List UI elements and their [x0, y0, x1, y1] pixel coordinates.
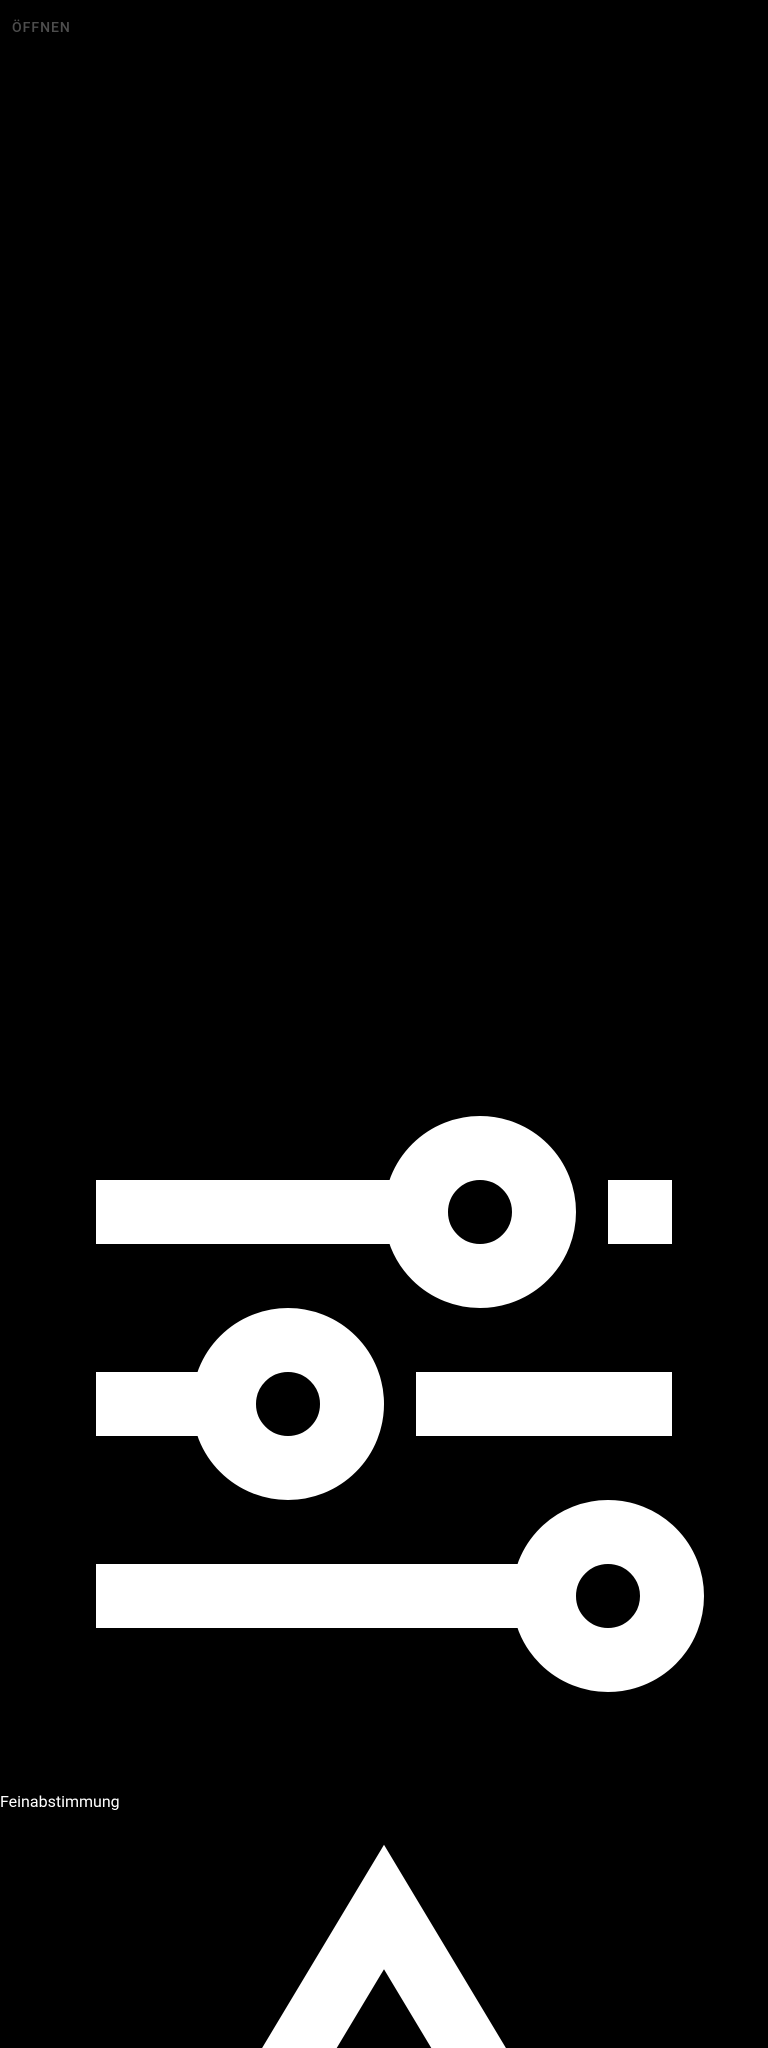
tool-label: Feinabstimmung: [0, 1792, 120, 1811]
dog-silhouette: [0, 56, 768, 1016]
tune-icon: [0, 1773, 768, 1792]
edited-photo: [0, 56, 768, 1020]
tool-details[interactable]: Details: [0, 1811, 768, 2048]
top-bar: ÖFFNEN: [0, 0, 768, 56]
open-button[interactable]: ÖFFNEN: [12, 20, 71, 36]
tool-tune[interactable]: Feinabstimmung: [0, 1020, 768, 1811]
canvas-area[interactable]: [0, 56, 768, 1020]
tools-panel: Feinabstimmung Details Kurven WB Weißabg…: [0, 1020, 768, 2048]
